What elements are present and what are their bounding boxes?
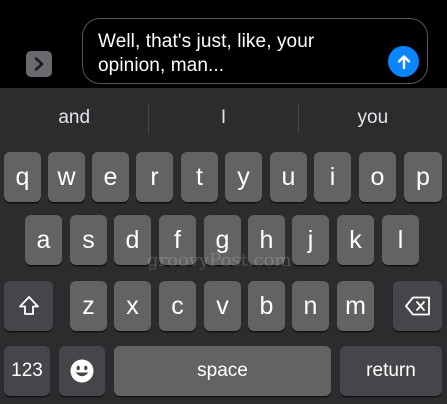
key-s[interactable]: s [70,215,107,265]
numbers-key[interactable]: 123 [4,346,50,396]
shift-key[interactable] [4,281,53,331]
compose-bar: Well, that's just, like, your opinion, m… [0,0,447,88]
key-i[interactable]: i [314,152,351,202]
keyboard: and I you q w e r t y u i o p a s d f g … [0,88,447,404]
prediction-1[interactable]: and [0,107,148,129]
message-text: Well, that's just, like, your opinion, m… [98,31,315,76]
key-l[interactable]: l [382,215,419,265]
key-w[interactable]: w [48,152,85,202]
prediction-2[interactable]: I [149,107,297,129]
key-f[interactable]: f [159,215,196,265]
key-u[interactable]: u [270,152,307,202]
key-g[interactable]: g [204,215,241,265]
key-o[interactable]: o [359,152,396,202]
backspace-icon [404,296,430,316]
key-b[interactable]: b [248,281,285,331]
emoji-key[interactable] [59,346,105,396]
key-r[interactable]: r [136,152,173,202]
key-h[interactable]: h [248,215,285,265]
return-key[interactable]: return [340,346,442,396]
key-p[interactable]: p [404,152,442,202]
key-k[interactable]: k [337,215,374,265]
key-j[interactable]: j [292,215,329,265]
chevron-right-icon [34,57,44,71]
key-c[interactable]: c [159,281,196,331]
key-v[interactable]: v [204,281,241,331]
delete-key[interactable] [393,281,442,331]
key-y[interactable]: y [225,152,262,202]
space-bar[interactable]: space [114,346,331,396]
emoji-icon [70,359,94,383]
expand-apps-button[interactable] [26,51,52,77]
key-m[interactable]: m [337,281,374,331]
key-n[interactable]: n [292,281,329,331]
message-input[interactable]: Well, that's just, like, your opinion, m… [82,18,428,84]
key-a[interactable]: a [25,215,62,265]
prediction-3[interactable]: you [299,107,447,129]
key-x[interactable]: x [114,281,151,331]
shift-icon [18,296,39,315]
key-q[interactable]: q [4,152,41,202]
send-button[interactable] [388,46,419,77]
arrow-up-icon [397,54,410,69]
predictive-text-bar: and I you [0,88,447,148]
key-z[interactable]: z [70,281,107,331]
key-d[interactable]: d [114,215,151,265]
key-e[interactable]: e [92,152,129,202]
key-t[interactable]: t [181,152,218,202]
